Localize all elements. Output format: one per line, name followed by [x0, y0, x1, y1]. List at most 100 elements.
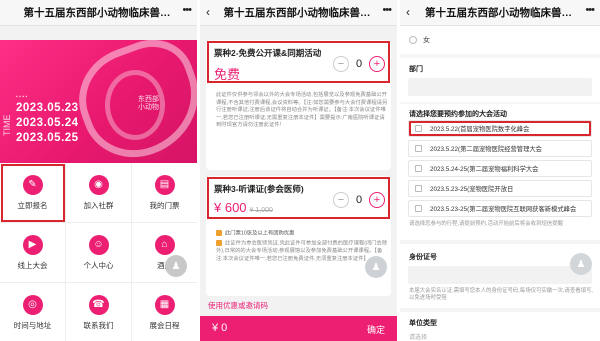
events-label: 请选择您要预约参加的大会活动 [409, 111, 507, 118]
banner-date-2: 2023.05.24 [16, 117, 79, 129]
panel-tickets: ‹ 第十五届东西部小动物临床兽医师... ••• 票种2-免费公开课&同期活动 … [200, 0, 397, 341]
ticket-free: 票种2-免费公开课&同期活动 免费 − 0 + 此证件仅供参与邻会以外的大会专场… [206, 40, 391, 170]
ticket-free-quantity: 0 [355, 58, 363, 70]
menu-item-online[interactable]: ▶ 线上大会 [0, 223, 66, 283]
user-icon: ☺ [88, 234, 109, 255]
menu-item-label: 展会日程 [149, 320, 180, 330]
register-icon: ✎ [22, 174, 43, 195]
unit-section: 单位类型 请选择 [400, 312, 600, 341]
menu-item-label: 线上大会 [17, 260, 48, 270]
event-option[interactable]: 2023.5.23-25(宠物医院开放日 [408, 180, 592, 197]
ticket-icon: ▤ [154, 174, 175, 195]
ticket-free-note: 此证件仅供参与邻会以外的大会专场活动,包括展览以及参观免费基础公开课程,不含其他… [216, 92, 388, 129]
id-number-input[interactable] [408, 266, 592, 284]
more-icon[interactable]: ••• [585, 4, 595, 16]
event-option-label: 2023.5.23-25(宠物医院开放日 [430, 186, 514, 193]
event-option[interactable]: 2023.5.22(首届宠物医院数字化峰会 [408, 120, 592, 137]
banner-brand: 东西部 小动物 [138, 96, 159, 111]
checkbox-icon [415, 185, 422, 192]
event-option-label: 2023.5.23-25(第二届宠物医院互联网获客新模式峰会 [430, 206, 577, 213]
ticket-free-stepper: − 0 + [333, 56, 385, 72]
events-section: 请选择您要预约参加的大会活动 2023.5.22(首届宠物医院数字化峰会 2023… [400, 104, 600, 240]
menu-item-label: 时间与地址 [13, 320, 52, 330]
events-hint: 请选择您参与的行程,请提前预约,活动开始前后将会收到短信提醒 [409, 221, 563, 227]
banner-date-3: 2023.05.25 [16, 132, 79, 144]
page-title: 第十五届东西部小动物临床兽医师... [223, 7, 374, 19]
page-title: 第十五届东西部小动物临床兽医师... [23, 7, 174, 19]
radio-icon [409, 36, 417, 45]
event-option-label: 2023.5.22(第二届宠物医院经营管理大会 [430, 146, 542, 153]
event-option-label: 2023.5.24-25(第二届宠物福利科学大会 [430, 166, 539, 173]
event-option[interactable]: 2023.5.23-25(第二届宠物医院互联网获客新模式峰会 [408, 200, 592, 217]
minus-icon[interactable]: − [333, 192, 349, 208]
menu-item-hotel[interactable]: ⌂酒店 [132, 223, 197, 283]
calendar-icon: ▦ [154, 294, 175, 315]
dept-input[interactable] [408, 78, 592, 96]
plus-icon[interactable]: + [369, 192, 385, 208]
online-icon: ▶ [22, 234, 43, 255]
menu-item-calendar[interactable]: ▦ 展会日程 [132, 283, 197, 341]
coupon-link[interactable]: 使用优惠或邀请码 [208, 300, 268, 311]
more-icon[interactable]: ••• [382, 4, 392, 16]
minus-icon[interactable]: − [333, 56, 349, 72]
banner-date-1: 2023.05.23 [16, 102, 79, 114]
gender-option-label: 女 [423, 37, 430, 44]
phone-icon: ☎ [88, 294, 109, 315]
plus-icon[interactable]: + [369, 56, 385, 72]
back-icon[interactable]: ‹ [406, 5, 410, 19]
top-bar: ‹ 第十五届东西部小动物临床兽医师... ••• [200, 0, 397, 26]
top-bar: 第十五届东西部小动物临床兽医师... ••• [0, 0, 197, 26]
menu-item-label: 立即报名 [17, 200, 48, 210]
unit-select[interactable]: 请选择 [409, 332, 427, 341]
event-option-label: 2023.5.22(首届宠物医院数字化峰会 [430, 126, 530, 133]
menu-item-label: 联系我们 [83, 320, 114, 330]
id-hint: 本届大会实名认证,需填写您本人的身份证号码,每场仅可实缴一次,请查看填写,以免进… [409, 288, 593, 301]
menu-item-user[interactable]: ☺ 个人中心 [66, 223, 132, 283]
ticket-attendee-stepper: − 0 + [333, 192, 385, 208]
id-label: 身份证号 [409, 254, 437, 261]
menu-item-label: 加入社群 [83, 200, 114, 210]
checkbox-icon [415, 205, 422, 212]
badge-text: 此门票10张及以上有团购优惠 [225, 230, 295, 237]
dept-section: 部门 [400, 58, 600, 102]
float-assistant-icon[interactable]: ♟ [570, 253, 592, 275]
event-option[interactable]: 2023.5.24-25(第二届宠物福利科学大会 [408, 160, 592, 177]
back-icon[interactable]: ‹ [206, 5, 210, 19]
banner-subtitle-icon: ▪ ▪ ▪ ▪ [16, 94, 28, 100]
page-title: 第十五届东西部小动物临床兽医师... [425, 7, 575, 19]
group-discount-badge: 此门票10张及以上有团购优惠 [216, 230, 388, 238]
event-banner[interactable]: ▪ ▪ ▪ ▪ 东西部 小动物 2023.05.23 2023.05.24 20… [0, 40, 197, 163]
panel-home: 第十五届东西部小动物临床兽医师... ••• ▪ ▪ ▪ ▪ 东西部 小动物 2… [0, 0, 197, 341]
ticket-attendee-price: ¥ 600 ¥ 1,000 [214, 200, 273, 215]
menu-item-label: 个人中心 [83, 260, 114, 270]
unit-label: 单位类型 [409, 320, 437, 327]
float-assistant-icon[interactable]: ♟ [365, 256, 387, 278]
event-option[interactable]: 2023.5.22(第二届宠物医院经营管理大会 [408, 140, 592, 157]
note-text: 此证件为参会医师凭证,凭此证件可参加全部付费的医疗课程(闭门会除外),日常的的大… [216, 240, 388, 262]
menu-item-ticket[interactable]: ▤ 我的门票 [132, 163, 197, 223]
discount-icon [216, 230, 222, 236]
float-assistant-icon[interactable]: ♟ [165, 255, 187, 277]
panel-form: ‹ 第十五届东西部小动物临床兽医师... ••• 女 部门 请选择您要预约参加的… [400, 0, 600, 341]
pay-bar: ¥ 0 确定 [200, 316, 397, 341]
price-original: ¥ 1,000 [249, 207, 273, 214]
more-icon[interactable]: ••• [182, 4, 192, 16]
menu-item-register[interactable]: ✎ 立即报名 [0, 163, 66, 223]
gender-option-female[interactable]: 女 [409, 35, 430, 45]
community-icon: ◉ [88, 174, 109, 195]
checkbox-icon [415, 165, 422, 172]
menu-item-location[interactable]: ◎ 时间与地址 [0, 283, 66, 341]
gender-section: 女 [400, 26, 600, 54]
total-amount: ¥ 0 [212, 322, 228, 334]
menu-item-community[interactable]: ◉ 加入社群 [66, 163, 132, 223]
ticket-attendee-note: 此证件为参会医师凭证,凭此证件可参加全部付费的医疗课程(闭门会除外),日常的的大… [216, 240, 388, 263]
menu-item-phone[interactable]: ☎ 联系我们 [66, 283, 132, 341]
ticket-free-name: 票种2-免费公开课&同期活动 [214, 48, 322, 58]
ticket-free-price: 免费 [214, 67, 241, 82]
menu-grid: ✎ 立即报名 ◉ 加入社群 ▤ 我的门票 ▶ 线上大会 ☺ 个人中心 ⌂酒店 ◎ 时间与地址 ☎ 联系我们 ▦… [0, 163, 197, 341]
dept-label: 部门 [409, 66, 423, 73]
location-icon: ◎ [22, 294, 43, 315]
info-icon [216, 240, 222, 246]
confirm-button[interactable]: 确定 [367, 323, 385, 336]
top-bar: ‹ 第十五届东西部小动物临床兽医师... ••• [400, 0, 600, 26]
